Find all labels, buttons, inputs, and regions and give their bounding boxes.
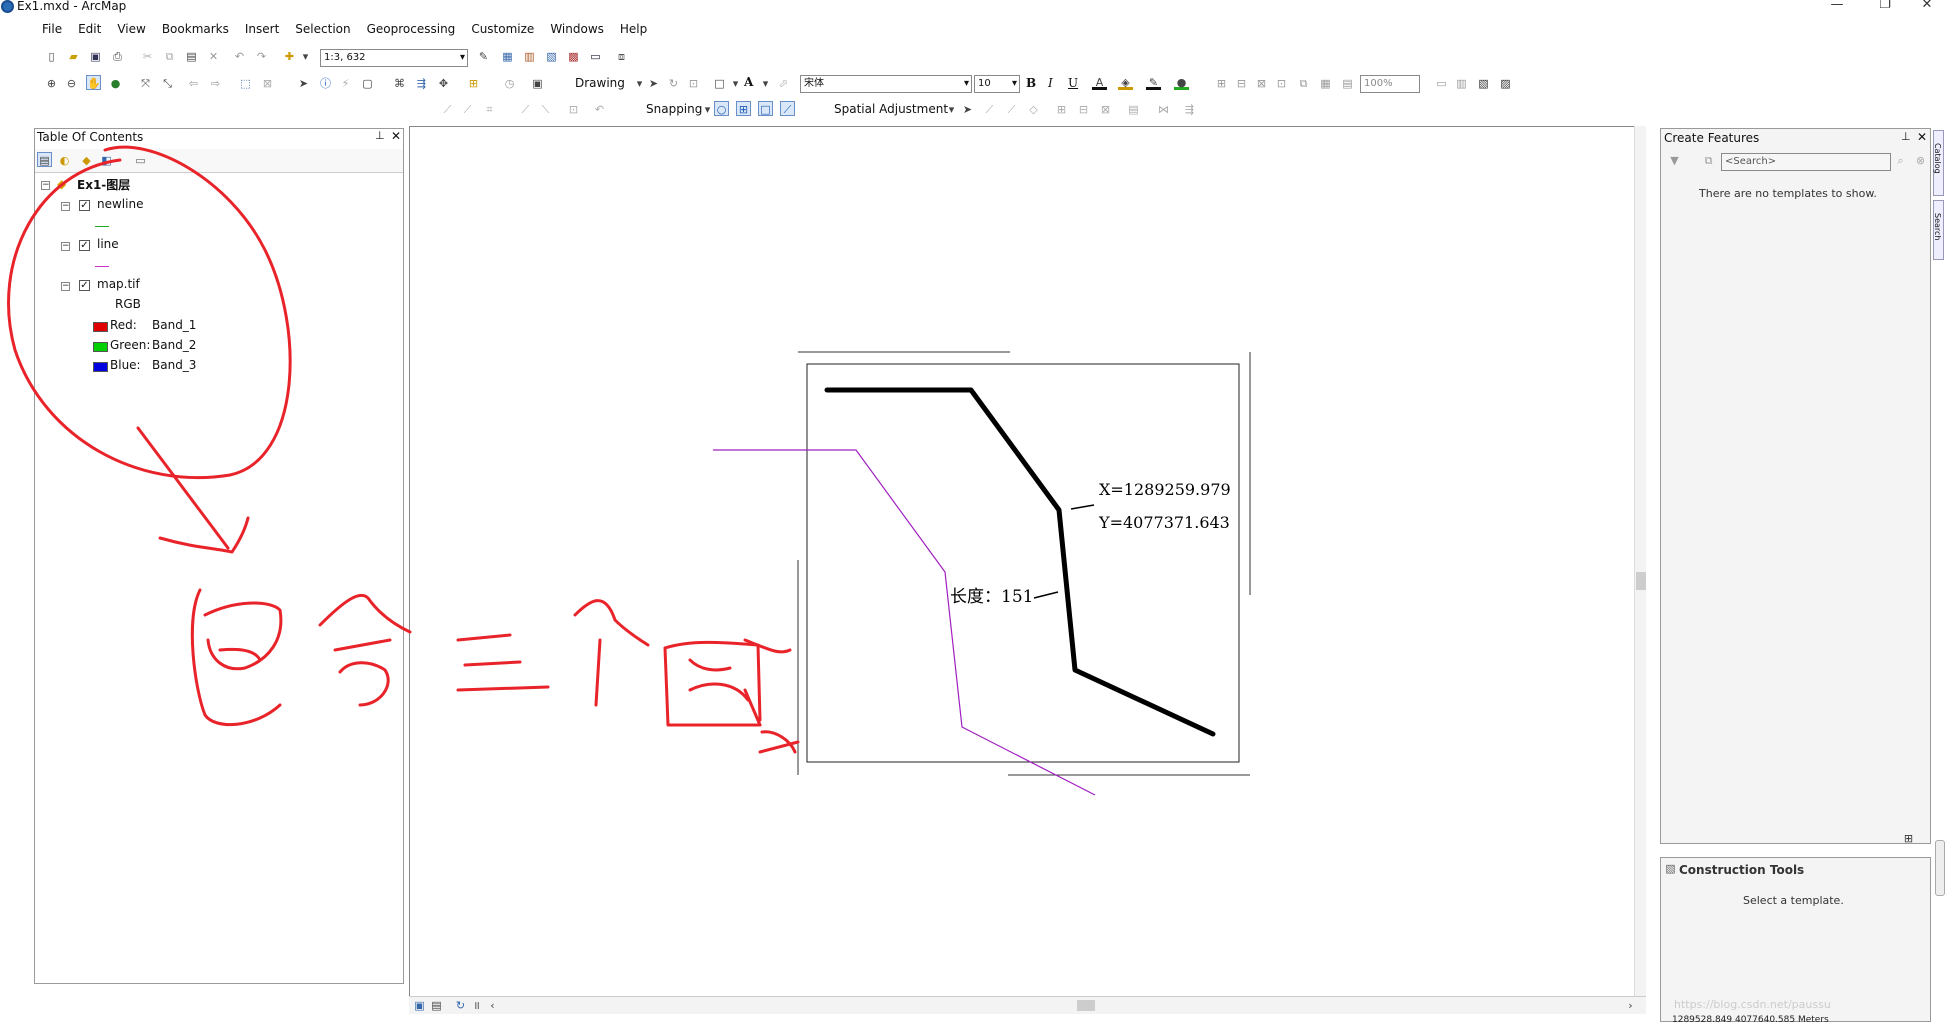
newline-layer-feature[interactable] [824, 387, 1216, 737]
close-panel-icon[interactable]: ✕ [1917, 130, 1927, 144]
y-coordinate-label: Y=4077371.643 [1098, 513, 1230, 532]
watermark-text: https://blog.csdn.net/paussu [1674, 998, 1831, 1011]
annotation-char-5 [663, 640, 762, 727]
right-edge-collapsed-panel[interactable] [1935, 840, 1945, 896]
map-canvas: X=1289259.979 Y=4077371.643 长度：151 [7, 145, 1251, 796]
annotation-arrow-head [158, 516, 250, 554]
select-template-message: Select a template. [1743, 894, 1844, 907]
catalog-tab[interactable]: Catalog [1933, 130, 1944, 196]
status-bar: https://blog.csdn.net/paussu 1289528.849… [1660, 998, 1945, 1025]
template-search-input[interactable]: <Search> [1721, 153, 1891, 171]
side-tabs: Catalog Search [1932, 130, 1945, 262]
raster-frame [806, 363, 1240, 763]
organize-templates-icon[interactable]: ⧉ [1701, 153, 1716, 168]
search-tab[interactable]: Search [1933, 200, 1944, 260]
search-tab-label: Search [1933, 213, 1942, 241]
annotation-char-2 [318, 593, 412, 707]
search-placeholder: <Search> [1725, 156, 1777, 167]
annotation-circle [7, 145, 292, 480]
red-handwritten-annotation [7, 145, 800, 754]
length-leader-line [1033, 591, 1059, 599]
line-layer-feature[interactable] [713, 449, 1096, 796]
annotation-char-3 [456, 633, 550, 692]
annotation-char-4 [573, 599, 650, 707]
pin-icon[interactable]: ⊥ [1901, 130, 1911, 143]
catalog-tab-label: Catalog [1933, 143, 1942, 174]
construction-tools-icon: ▧ [1665, 862, 1676, 875]
panel-resize-icon[interactable]: ⊞ [1901, 831, 1916, 846]
create-features-panel: Create Features ⊥ ✕ ▼ ⧉ <Search> ⌕ ⊗ The… [1660, 128, 1931, 846]
annotation-arrow-shaft [136, 426, 230, 550]
length-label: 长度：151 [950, 587, 1033, 607]
xy-leader-line [1070, 504, 1095, 510]
create-features-title: Create Features [1664, 131, 1760, 145]
x-coordinate-label: X=1289259.979 [1099, 480, 1231, 499]
filter-icon[interactable]: ▼ [1667, 153, 1682, 168]
annotation-char-1 [190, 588, 283, 727]
no-templates-message: There are no templates to show. [1699, 187, 1877, 200]
annotation-char-6 [743, 638, 800, 754]
construction-tools-title: Construction Tools [1679, 863, 1805, 877]
clear-search-icon[interactable]: ⊗ [1913, 153, 1928, 168]
search-icon[interactable]: ⌕ [1893, 153, 1908, 168]
